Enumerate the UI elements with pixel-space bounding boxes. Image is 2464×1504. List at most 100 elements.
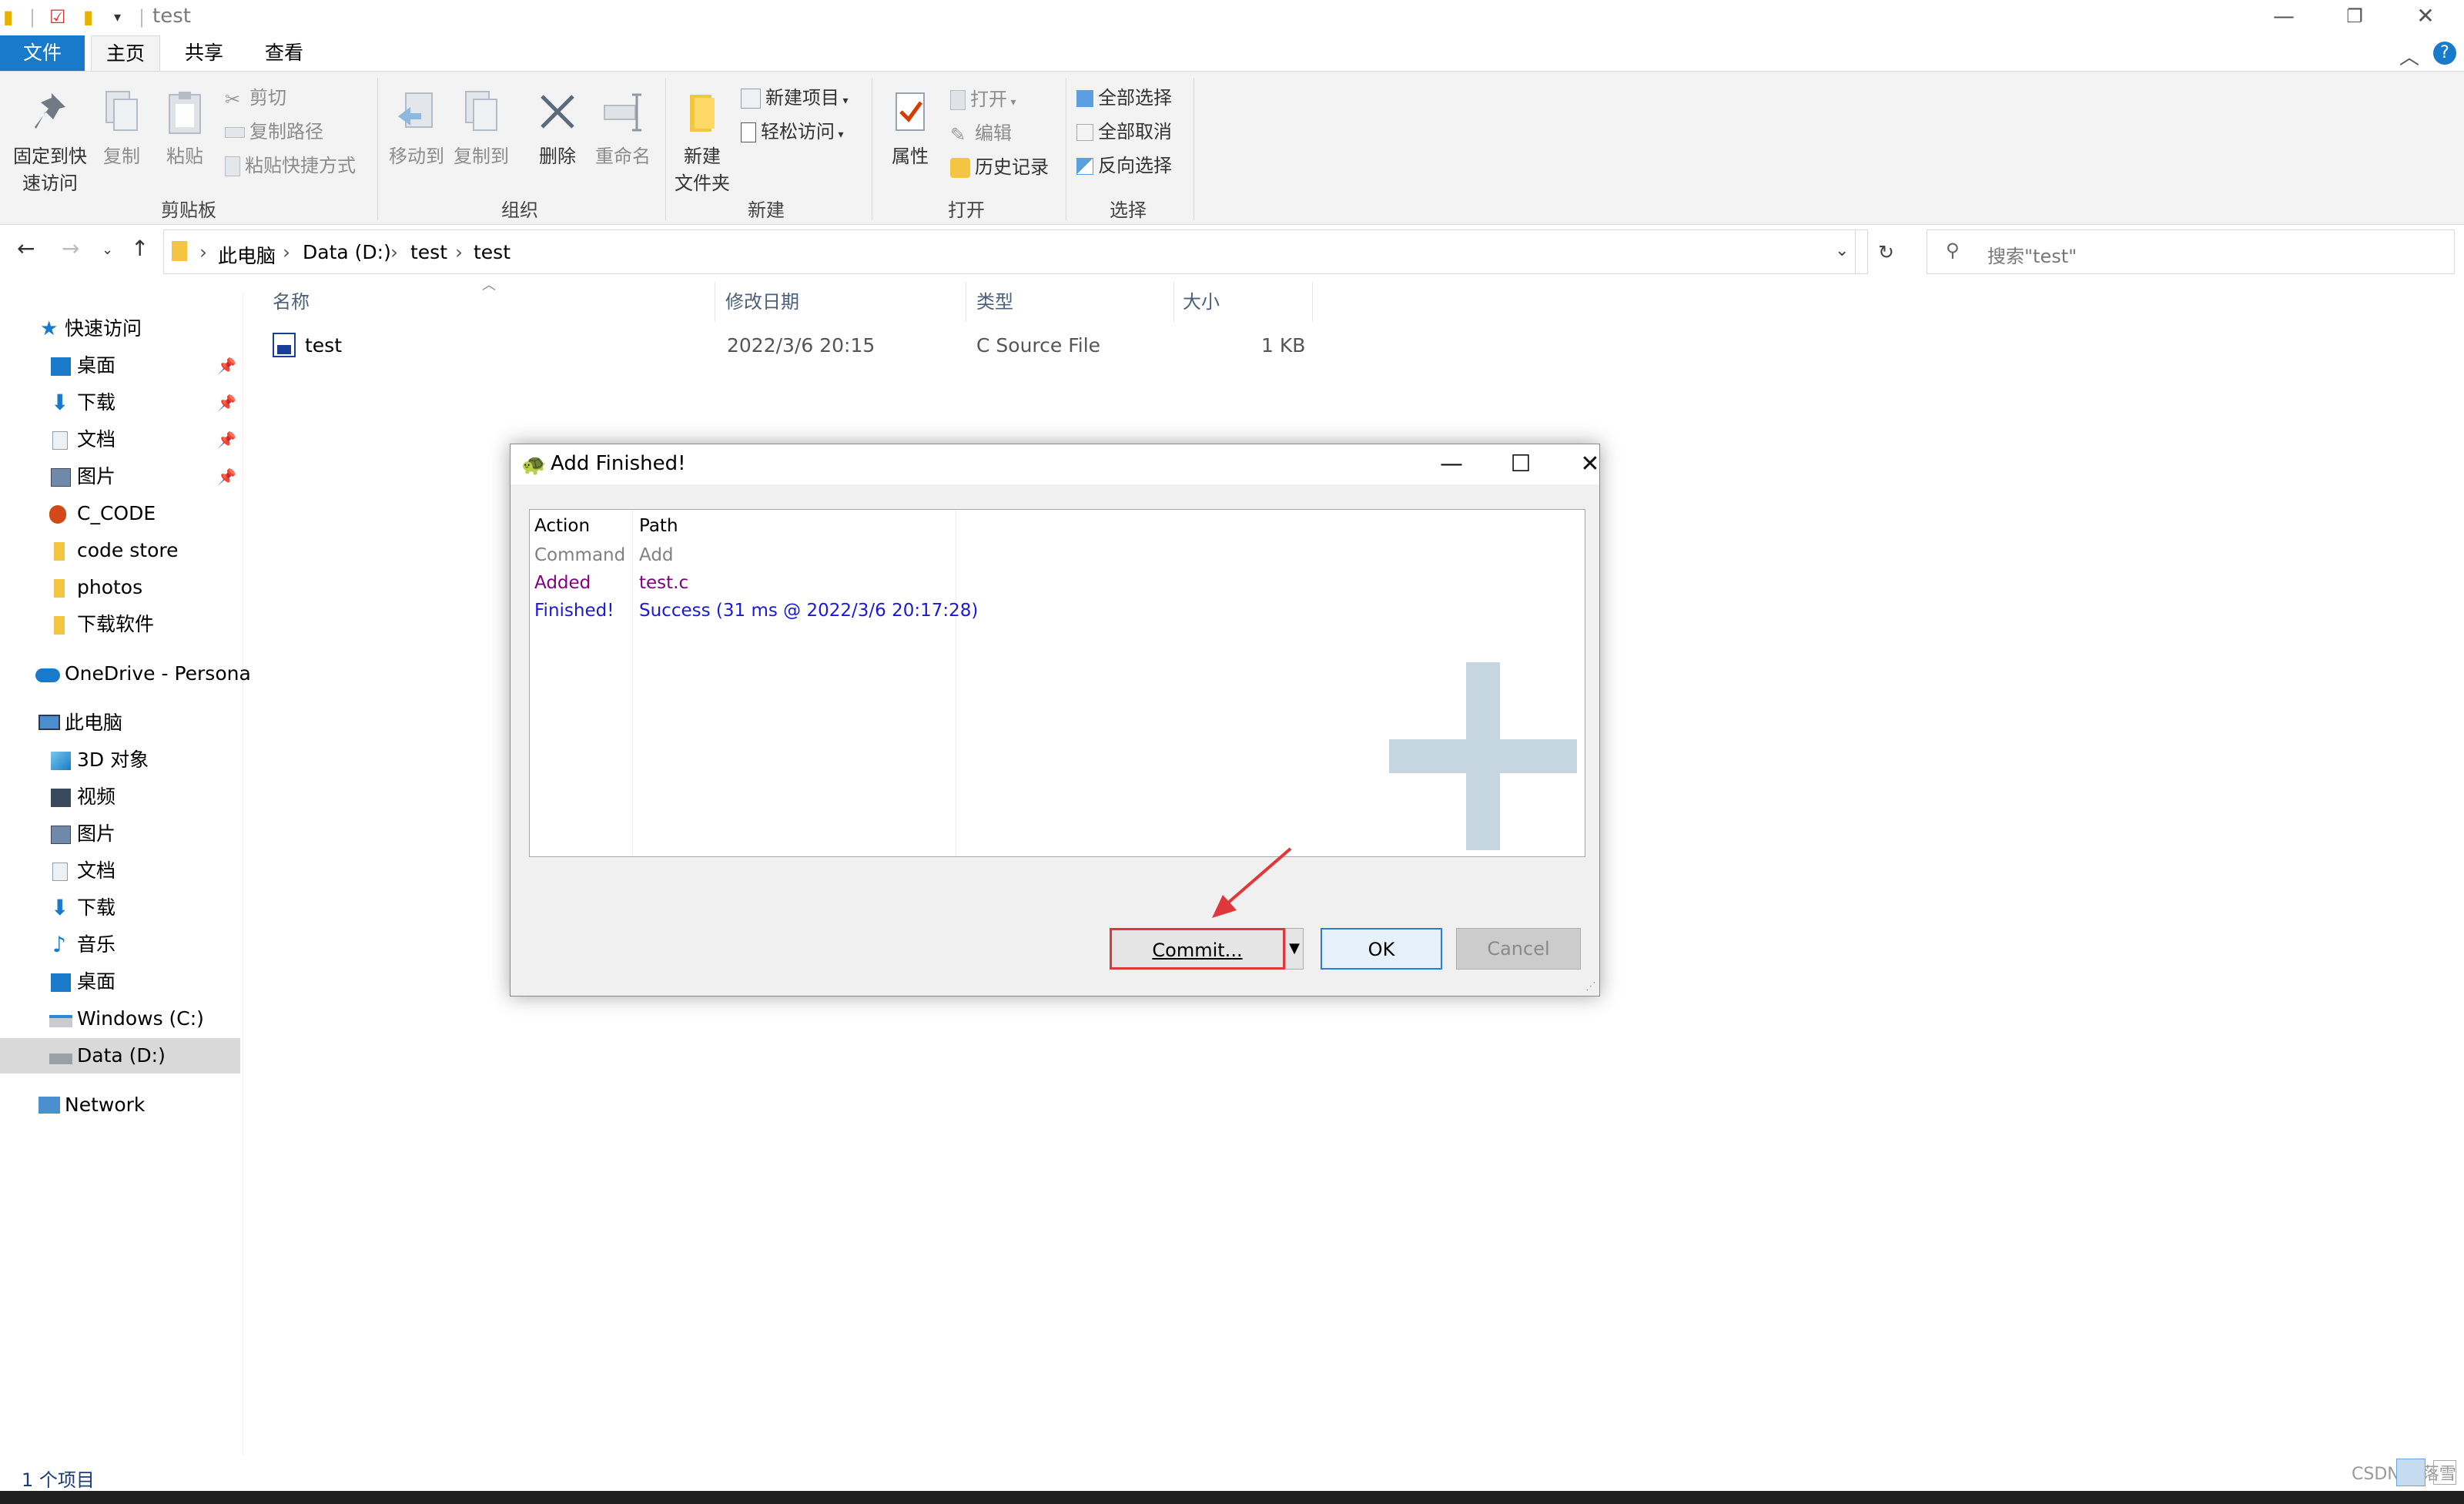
select-group-label: 选择 [1110, 199, 1147, 221]
forward-arrow-icon[interactable]: → [62, 236, 79, 261]
new-folder-icon[interactable]: ▮ [83, 6, 93, 28]
sidebar-item-pc-downloads[interactable]: ⬇ 下载 [0, 890, 240, 926]
breadcrumb-separator[interactable]: › [283, 241, 290, 263]
column-header-modified[interactable]: 修改日期 [725, 286, 799, 313]
tab-file[interactable]: 文件 [0, 35, 85, 71]
column-header-type[interactable]: 类型 [976, 286, 1013, 313]
close-button[interactable]: ✕ [2390, 0, 2461, 35]
sidebar-label: 音乐 [77, 933, 116, 956]
sidebar-item-c-code[interactable]: C_CODE [0, 496, 240, 531]
cancel-button[interactable]: Cancel [1456, 928, 1581, 970]
new-folder-button[interactable]: 新建 文件夹 [670, 89, 735, 195]
cut-button[interactable]: ✂ 剪切 [225, 82, 286, 110]
address-dropdown-chevron-icon[interactable]: ⌄ [1835, 241, 1849, 260]
select-none-button[interactable]: 全部取消 [1076, 116, 1172, 143]
sidebar-item-downloads[interactable]: ⬇ 下载 📌 [0, 385, 240, 420]
copy-to-button[interactable]: 复制到 [450, 89, 513, 168]
sidebar-item-documents[interactable]: 文档 📌 [0, 422, 240, 457]
tab-home[interactable]: 主页 [91, 35, 160, 71]
sidebar-item-pc-documents[interactable]: 文档 [0, 853, 240, 889]
pin-icon[interactable]: 📌 [217, 422, 236, 457]
column-divider[interactable] [1312, 282, 1313, 322]
breadcrumb-separator[interactable]: › [455, 241, 463, 263]
list-header-action[interactable]: Action [534, 516, 590, 536]
sidebar-item-pictures[interactable]: 图片 📌 [0, 459, 240, 494]
sidebar-item-windows-c[interactable]: Windows (C:) [0, 1001, 240, 1037]
breadcrumb-separator[interactable]: › [390, 241, 398, 263]
back-arrow-icon[interactable]: ← [17, 236, 35, 261]
sidebar-item-onedrive[interactable]: OneDrive - Persona [0, 656, 251, 692]
pin-icon[interactable]: 📌 [217, 348, 236, 384]
properties-button[interactable]: 属性 [878, 89, 942, 168]
move-to-button[interactable]: 移动到 [385, 89, 448, 168]
invert-selection-button[interactable]: 反向选择 [1076, 150, 1172, 177]
refresh-icon[interactable]: ↻ [1878, 241, 1894, 263]
restore-button[interactable]: ❐ [2319, 0, 2390, 35]
sidebar-item-network[interactable]: Network [0, 1087, 240, 1123]
commit-dropdown-arrow-icon[interactable]: ▼ [1285, 928, 1304, 970]
resize-grip-icon[interactable]: ⋰ [1585, 980, 1596, 993]
tab-share[interactable]: 共享 [169, 35, 239, 71]
tab-view[interactable]: 查看 [249, 35, 319, 71]
sidebar-item-3d-objects[interactable]: 3D 对象 [0, 742, 240, 778]
large-icons-view-icon[interactable] [2433, 1460, 2456, 1485]
delete-button[interactable]: 删除 [530, 89, 585, 168]
dialog-close-button[interactable]: ✕ [1562, 447, 1618, 481]
sidebar-item-quick-access[interactable]: ★ 快速访问 [0, 311, 240, 347]
breadcrumb-this-pc[interactable]: 此电脑 [218, 241, 276, 269]
search-box[interactable]: ⚲ 搜索"test" [1927, 229, 2455, 274]
new-item-button[interactable]: 新建项目 ▾ [741, 82, 848, 109]
dialog-title-bar[interactable]: 🐢 Add Finished! — ☐ ✕ [511, 444, 1600, 484]
open-button[interactable]: 打开 ▾ [950, 84, 1016, 111]
recent-locations-chevron-icon[interactable]: ⌄ [102, 242, 113, 258]
action-list[interactable]: Action Path Command Add Added test.c Fin… [529, 509, 1585, 857]
dialog-minimize-button[interactable]: — [1424, 447, 1479, 481]
paste-button[interactable]: 粘贴 [160, 89, 209, 168]
commit-button[interactable]: Commit... [1110, 928, 1285, 970]
history-label: 历史记录 [975, 156, 1049, 178]
sidebar-item-pc-pictures[interactable]: 图片 [0, 816, 240, 852]
column-header-size[interactable]: 大小 [1183, 286, 1220, 313]
sidebar-item-photos[interactable]: photos [0, 570, 240, 605]
sidebar-item-music[interactable]: ♪ 音乐 [0, 927, 240, 963]
sidebar-item-code-store[interactable]: code store [0, 533, 240, 568]
properties-icon[interactable]: ☑ [49, 6, 66, 28]
breadcrumb-test-current[interactable]: test [474, 241, 511, 263]
sidebar-item-videos[interactable]: 视频 [0, 779, 240, 815]
list-header-path[interactable]: Path [639, 516, 678, 536]
details-view-icon[interactable] [2396, 1459, 2426, 1486]
ok-button[interactable]: OK [1321, 928, 1442, 970]
address-bar[interactable]: › 此电脑 › Data (D:) › test › test ⌄ ↻ [163, 229, 1894, 274]
dialog-maximize-button[interactable]: ☐ [1493, 447, 1548, 481]
column-divider[interactable] [1173, 282, 1174, 322]
rename-button[interactable]: 重命名 [591, 89, 654, 168]
divider [1855, 230, 1856, 273]
sidebar-item-data-d[interactable]: Data (D:) [0, 1038, 240, 1074]
minimize-button[interactable]: — [2248, 0, 2319, 35]
easy-access-button[interactable]: 轻松访问 ▾ [741, 116, 843, 143]
sidebar-item-this-pc[interactable]: 此电脑 [0, 705, 240, 741]
select-all-button[interactable]: 全部选择 [1076, 82, 1172, 109]
collapse-ribbon-icon[interactable]: ︿ [2399, 42, 2419, 70]
copy-button[interactable]: 复制 [97, 89, 146, 168]
up-arrow-icon[interactable]: ↑ [131, 236, 149, 261]
paste-shortcut-button[interactable]: 粘贴快捷方式 [225, 150, 356, 177]
customize-quick-access-icon[interactable]: ▾ [114, 9, 121, 25]
pin-quick-access-button[interactable]: 固定到快 速访问 [9, 89, 91, 195]
edit-button[interactable]: ✎ 编辑 [950, 118, 1012, 146]
sidebar-item-desktop[interactable]: 桌面 📌 [0, 348, 240, 384]
cube-icon [51, 752, 71, 770]
history-button[interactable]: 历史记录 [950, 152, 1049, 179]
sidebar-item-download-software[interactable]: 下载软件 [0, 607, 240, 642]
help-icon[interactable]: ? [2433, 42, 2456, 65]
column-header-name[interactable]: 名称 [273, 286, 310, 313]
breadcrumb-test[interactable]: test [410, 241, 447, 263]
breadcrumb-separator[interactable]: › [199, 241, 207, 263]
row-path: Success (31 ms @ 2022/3/6 20:17:28) [639, 601, 979, 621]
pin-icon[interactable]: 📌 [217, 459, 236, 494]
sidebar-label: 下载 [77, 896, 116, 919]
copy-path-button[interactable]: 复制路径 [225, 116, 323, 143]
breadcrumb-data-d[interactable]: Data (D:) [303, 241, 391, 263]
pin-icon[interactable]: 📌 [217, 385, 236, 420]
sidebar-item-pc-desktop[interactable]: 桌面 [0, 964, 240, 1000]
